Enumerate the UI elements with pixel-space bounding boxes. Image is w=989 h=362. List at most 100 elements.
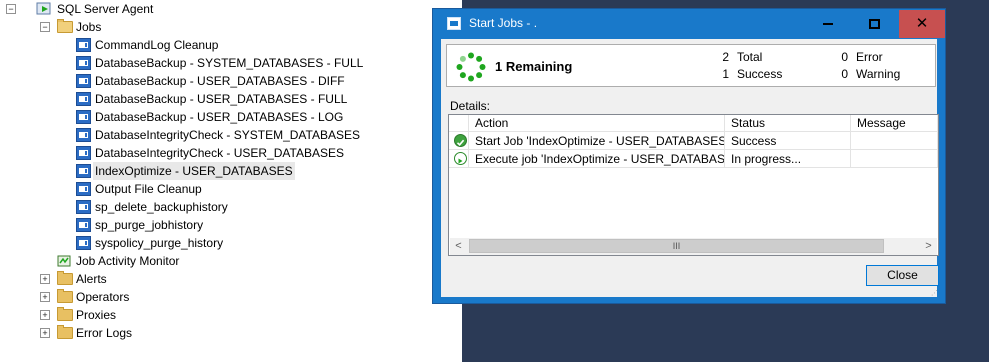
tree-node-job[interactable]: syspolicy_purge_history <box>0 234 460 252</box>
success-count: 1 <box>722 67 729 81</box>
job-icon <box>76 38 91 52</box>
tree-label: Alerts <box>76 272 107 286</box>
tree-node-operators[interactable]: + Operators <box>0 288 460 306</box>
tree-node-sql-server-agent[interactable]: − SQL Server Agent <box>0 0 460 18</box>
tree-label: DatabaseIntegrityCheck - SYSTEM_DATABASE… <box>95 128 360 142</box>
folder-icon <box>57 289 73 303</box>
sql-agent-icon <box>36 1 52 17</box>
tree-node-job[interactable]: DatabaseBackup - USER_DATABASES - FULL <box>0 90 460 108</box>
window-close-button[interactable]: ✕ <box>899 10 945 38</box>
close-icon: ✕ <box>915 15 929 32</box>
folder-icon <box>57 307 73 321</box>
warning-label: Warning <box>856 67 901 81</box>
job-icon <box>76 128 91 142</box>
job-icon <box>76 146 91 160</box>
tree-label: Operators <box>76 290 130 304</box>
scroll-left-arrow-icon[interactable]: < <box>450 238 467 255</box>
tree-label: CommandLog Cleanup <box>95 38 219 52</box>
dialog-client-area: 1 Remaining 2 Total 1 Success 0 Error 0 … <box>441 39 939 297</box>
tree-label: syspolicy_purge_history <box>95 236 224 250</box>
horizontal-scrollbar[interactable]: < III > <box>450 238 937 255</box>
tree-node-jobs[interactable]: − Jobs <box>0 18 460 36</box>
tree-node-job[interactable]: sp_purge_jobhistory <box>0 216 460 234</box>
resize-grip-icon[interactable]: ⋰ <box>931 289 938 297</box>
job-icon <box>76 236 91 250</box>
job-icon <box>76 74 91 88</box>
table-row-message <box>851 132 938 150</box>
scroll-thumb[interactable]: III <box>469 239 884 253</box>
minimize-icon <box>823 23 833 25</box>
expand-icon[interactable]: + <box>40 292 50 302</box>
tree-node-alerts[interactable]: + Alerts <box>0 270 460 288</box>
status-panel: 1 Remaining 2 Total 1 Success 0 Error 0 … <box>446 44 936 87</box>
tree-node-job[interactable]: DatabaseBackup - USER_DATABASES - DIFF <box>0 72 460 90</box>
total-count: 2 <box>722 50 729 64</box>
job-icon <box>76 182 91 196</box>
tree-node-error-logs[interactable]: + Error Logs <box>0 324 460 342</box>
folder-open-icon <box>57 19 73 33</box>
tree-node-job-activity-monitor[interactable]: Job Activity Monitor <box>0 252 460 270</box>
table-row-action: Start Job 'IndexOptimize - USER_DATABASE… <box>469 132 725 150</box>
success-check-icon <box>454 134 467 147</box>
tree-label: DatabaseBackup - USER_DATABASES - LOG <box>95 110 344 124</box>
dialog-title: Start Jobs - . <box>469 16 538 30</box>
expand-icon[interactable]: + <box>40 310 50 320</box>
remaining-count: 1 Remaining <box>495 59 573 74</box>
scroll-right-arrow-icon[interactable]: > <box>920 238 937 255</box>
tree-node-job[interactable]: DatabaseIntegrityCheck - USER_DATABASES <box>0 144 460 162</box>
grid-header-action[interactable]: Action <box>469 115 725 132</box>
grid-header-icon-column <box>449 115 469 132</box>
tree-node-proxies[interactable]: + Proxies <box>0 306 460 324</box>
job-icon <box>76 200 91 214</box>
error-count: 0 <box>841 50 848 64</box>
tree-label: Output File Cleanup <box>95 182 202 196</box>
tree-label: DatabaseBackup - SYSTEM_DATABASES - FULL <box>95 56 364 70</box>
minimize-button[interactable] <box>805 10 851 38</box>
tree-label: Proxies <box>76 308 117 322</box>
table-row-icon-cell <box>449 132 469 150</box>
dialog-titlebar[interactable]: Start Jobs - . ✕ <box>433 9 945 39</box>
tree-node-job[interactable]: DatabaseIntegrityCheck - SYSTEM_DATABASE… <box>0 126 460 144</box>
tree-label: Jobs <box>76 20 102 34</box>
job-icon <box>76 164 91 178</box>
table-row-message <box>851 150 938 168</box>
start-jobs-dialog: Start Jobs - . ✕ 1 Remaining 2 Total 1 S… <box>432 8 946 304</box>
tree-label: sp_delete_backuphistory <box>95 200 228 214</box>
expand-icon[interactable]: + <box>40 274 50 284</box>
close-button[interactable]: Close <box>866 265 939 286</box>
error-label: Error <box>856 50 883 64</box>
folder-icon <box>57 325 73 339</box>
total-label: Total <box>737 50 763 64</box>
grid-header-status[interactable]: Status <box>725 115 851 132</box>
folder-icon <box>57 271 73 285</box>
job-icon <box>76 218 91 232</box>
collapse-icon[interactable]: − <box>6 4 16 14</box>
collapse-icon[interactable]: − <box>40 22 50 32</box>
tree-node-job-selected[interactable]: IndexOptimize - USER_DATABASES <box>0 162 460 180</box>
expand-icon[interactable]: + <box>40 328 50 338</box>
tree-node-job[interactable]: CommandLog Cleanup <box>0 36 460 54</box>
grid-header-message[interactable]: Message <box>851 115 938 132</box>
tree-label: sp_purge_jobhistory <box>95 218 204 232</box>
tree-label: Error Logs <box>76 326 133 340</box>
job-activity-monitor-icon <box>56 253 72 269</box>
tree-node-job[interactable]: Output File Cleanup <box>0 180 460 198</box>
tree-label: IndexOptimize - USER_DATABASES <box>93 162 295 180</box>
tree-label: DatabaseBackup - USER_DATABASES - FULL <box>95 92 348 106</box>
job-icon <box>76 110 91 124</box>
table-row-icon-cell <box>449 150 469 168</box>
progress-spinner-icon <box>456 52 486 82</box>
maximize-button[interactable] <box>851 10 897 38</box>
object-explorer-tree: − SQL Server Agent − Jobs CommandLog Cle… <box>0 0 462 362</box>
job-icon <box>76 56 91 70</box>
table-row-status: In progress... <box>725 150 851 168</box>
tree-node-job[interactable]: DatabaseBackup - SYSTEM_DATABASES - FULL <box>0 54 460 72</box>
job-icon <box>76 92 91 106</box>
in-progress-icon <box>454 152 467 165</box>
tree-label: DatabaseBackup - USER_DATABASES - DIFF <box>95 74 345 88</box>
details-label: Details: <box>450 99 491 113</box>
maximize-icon <box>869 19 880 29</box>
tree-node-job[interactable]: sp_delete_backuphistory <box>0 198 460 216</box>
tree-node-job[interactable]: DatabaseBackup - USER_DATABASES - LOG <box>0 108 460 126</box>
tree-label: Job Activity Monitor <box>76 254 180 268</box>
